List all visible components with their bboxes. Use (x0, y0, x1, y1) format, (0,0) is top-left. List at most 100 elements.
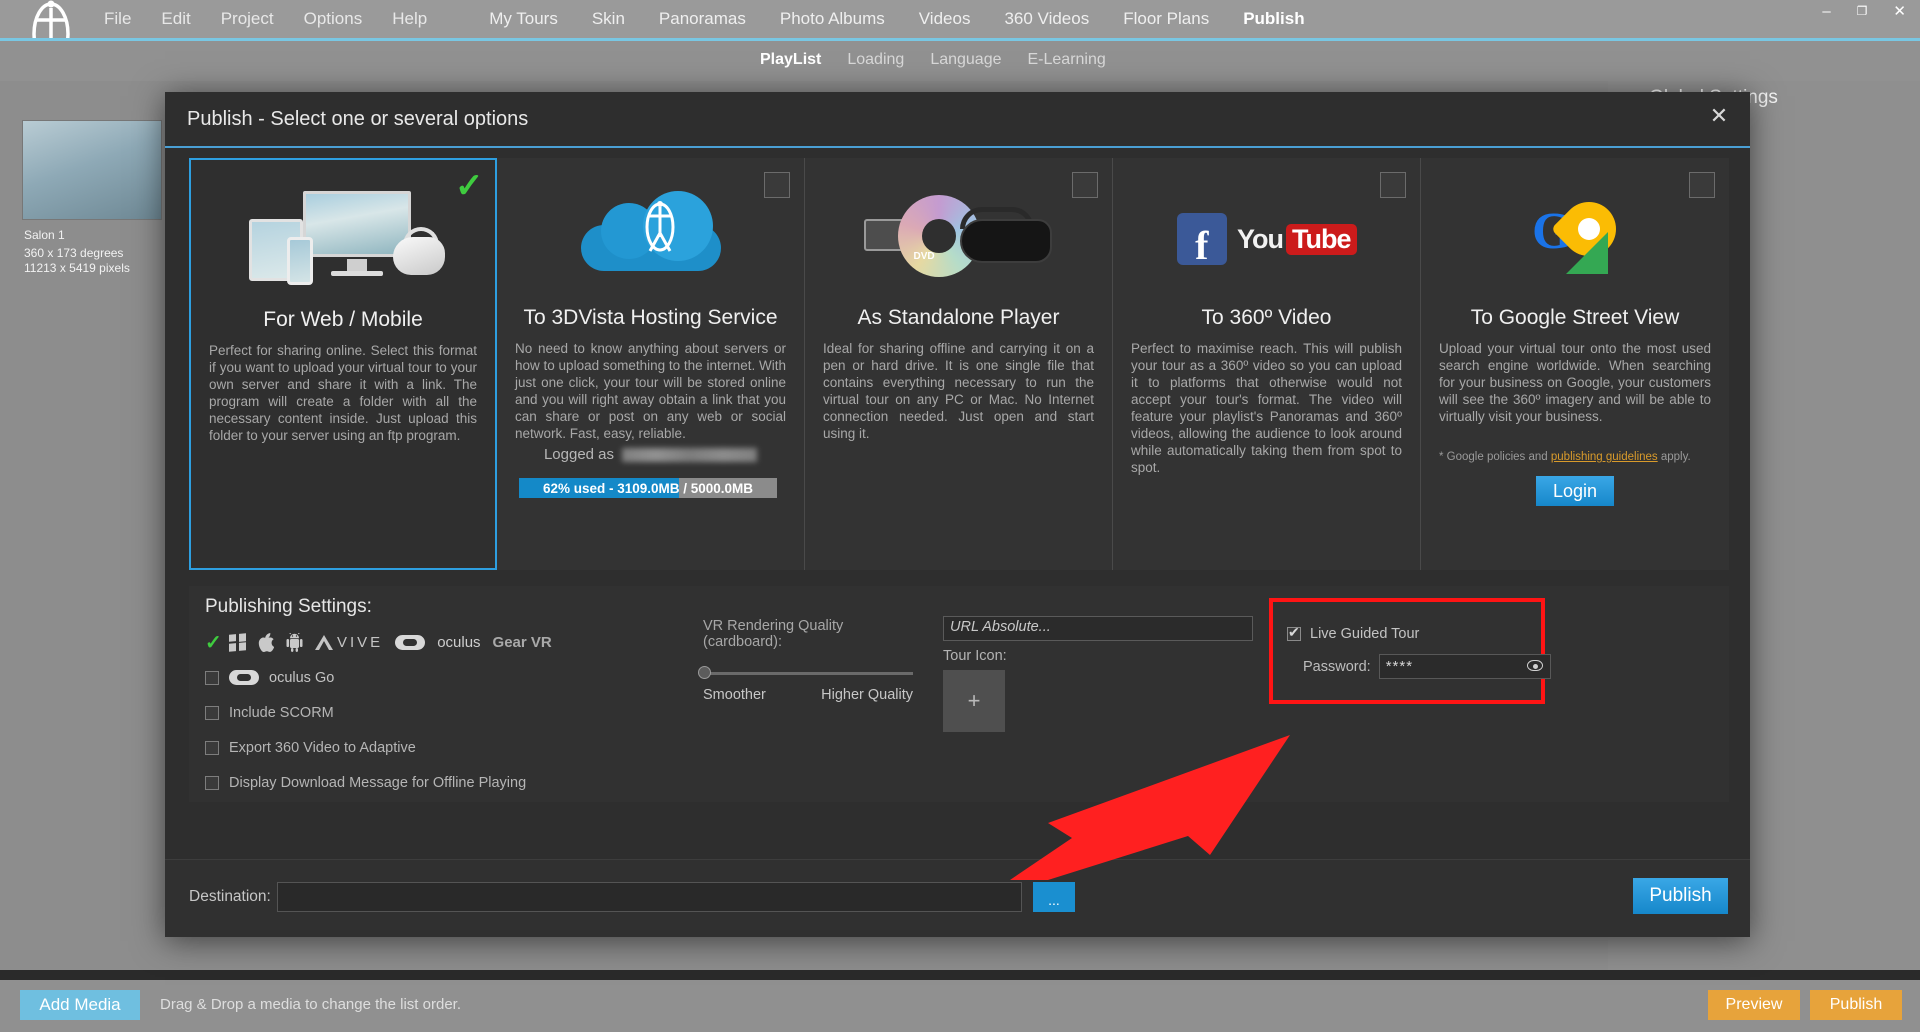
minimize-icon[interactable]: – (1822, 3, 1830, 20)
sub-tab-bar: PlayList Loading Language E-Learning ▼ G… (0, 41, 1920, 108)
export-360-adaptive-checkbox[interactable] (205, 740, 219, 755)
storage-quota-bar: 62% used - 3109.0MB / 5000.0MB (519, 478, 777, 498)
subtab-language[interactable]: Language (930, 51, 1001, 69)
menu-main-group: My Tours Skin Panoramas Photo Albums Vid… (489, 9, 1304, 29)
media-thumbnail-title: Salon 1 (24, 228, 65, 242)
social-platforms-illustration: f You Tube (1113, 184, 1420, 294)
oculus-icon (395, 635, 426, 650)
publish-dialog: Publish - Select one or several options … (165, 92, 1750, 937)
gearvr-label: Gear VR (492, 634, 552, 651)
subtab-loading[interactable]: Loading (847, 51, 904, 69)
add-media-button[interactable]: Add Media (20, 990, 140, 1020)
menu-item-options[interactable]: Options (304, 9, 363, 29)
media-thumbnail[interactable] (22, 120, 162, 220)
sub-tab-group: PlayList Loading Language E-Learning (760, 51, 1106, 69)
media-thumbnail-pixels: 11213 x 5419 pixels (24, 261, 130, 275)
include-scorm-label: Include SCORM (229, 704, 334, 721)
eye-icon[interactable] (1526, 660, 1543, 671)
platform-targets-checkbox[interactable]: ✓ (205, 633, 222, 653)
android-icon (286, 633, 303, 652)
close-icon[interactable]: ✕ (1893, 2, 1906, 20)
card-web-mobile-title: For Web / Mobile (263, 308, 423, 331)
google-login-button[interactable]: Login (1536, 476, 1614, 506)
live-guided-tour-row: Live Guided Tour (1287, 624, 1420, 642)
card-web-mobile[interactable]: ✓ For Web / Mobile Perfect for sharing o… (189, 158, 497, 570)
status-bar: Add Media Drag & Drop a media to change … (0, 980, 1920, 1032)
display-download-message-checkbox[interactable] (205, 775, 219, 790)
tab-videos[interactable]: Videos (919, 9, 971, 29)
tab-my-tours[interactable]: My Tours (489, 9, 558, 29)
maximize-icon[interactable]: ❐ (1857, 4, 1868, 18)
apple-icon (258, 633, 274, 652)
platform-targets-row: ✓ VIVE oculus Gear VR (205, 630, 552, 655)
note-suffix: apply. (1657, 451, 1691, 463)
password-input[interactable]: **** (1378, 654, 1551, 679)
tab-floor-plans[interactable]: Floor Plans (1123, 9, 1209, 29)
card-360-video-desc: Perfect to maximise reach. This will pub… (1131, 341, 1402, 475)
3dvista-cloud-logo-icon (645, 201, 674, 252)
publishing-guidelines-link[interactable]: publishing guidelines (1551, 451, 1658, 463)
app-logo (0, 0, 90, 66)
publishing-settings-panel: Publishing Settings: ✓ VIVE oculus Gear … (189, 586, 1729, 802)
vr-quality-slider-handle[interactable] (698, 666, 711, 679)
card-google-street-view[interactable]: G To Google Street View Upload your virt… (1421, 158, 1729, 570)
vr-rendering-quality-label: VR Rendering Quality (cardboard): (703, 618, 844, 650)
subtab-playlist[interactable]: PlayList (760, 51, 821, 69)
dialog-title: Publish - Select one or several options (187, 108, 529, 130)
destination-browse-button[interactable]: ... (1033, 882, 1075, 912)
publish-button-statusbar[interactable]: Publish (1810, 990, 1902, 1020)
menu-item-help[interactable]: Help (392, 9, 427, 29)
live-guided-tour-label: Live Guided Tour (1310, 626, 1420, 642)
tab-photo-albums[interactable]: Photo Albums (780, 9, 885, 29)
card-standalone-player-desc: Ideal for sharing offline and carrying i… (823, 341, 1094, 441)
include-scorm-row: Include SCORM (205, 700, 552, 725)
oculus-go-icon (229, 670, 259, 685)
card-web-mobile-desc: Perfect for sharing online. Select this … (209, 343, 477, 443)
publishing-settings-heading: Publishing Settings: (205, 596, 372, 617)
dialog-publish-button[interactable]: Publish (1633, 878, 1728, 914)
destination-label: Destination: (189, 888, 271, 905)
tour-icon-label: Tour Icon: (943, 648, 1007, 664)
tab-360-videos[interactable]: 360 Videos (1004, 9, 1089, 29)
export-360-adaptive-label: Export 360 Video to Adaptive (229, 739, 416, 756)
menu-item-project[interactable]: Project (221, 9, 274, 29)
tab-panoramas[interactable]: Panoramas (659, 9, 746, 29)
vr-quality-left-label: Smoother (703, 687, 766, 703)
vr-rendering-quality-group: VR Rendering Quality (cardboard): Smooth… (698, 618, 918, 703)
tour-icon-upload-button[interactable]: + (943, 670, 1005, 732)
password-value: **** (1385, 658, 1414, 675)
live-guided-tour-checkbox[interactable] (1287, 624, 1301, 641)
menu-item-file[interactable]: File (104, 9, 131, 29)
oculus-go-checkbox[interactable] (205, 670, 219, 685)
card-360-video[interactable]: f You Tube To 360º Video Perfect to maxim… (1113, 158, 1421, 570)
facebook-icon: f (1176, 213, 1227, 266)
tab-publish[interactable]: Publish (1243, 9, 1304, 29)
include-scorm-checkbox[interactable] (205, 705, 219, 720)
tab-skin[interactable]: Skin (592, 9, 625, 29)
horizontal-scroll-track[interactable] (0, 918, 1920, 980)
card-standalone-player[interactable]: DVD As Standalone Player Ideal for shari… (805, 158, 1113, 570)
oculus-go-label: oculus Go (269, 669, 335, 686)
card-360-video-title: To 360º Video (1201, 306, 1332, 329)
google-maps-illustration: G (1421, 184, 1729, 294)
drag-drop-hint: Drag & Drop a media to change the list o… (160, 996, 461, 1013)
youtube-icon: You Tube (1237, 223, 1357, 255)
dialog-close-icon[interactable]: ✕ (1706, 104, 1732, 130)
menu-left-group: File Edit Project Options Help (104, 9, 427, 29)
subtab-elearning[interactable]: E-Learning (1028, 51, 1106, 69)
oculus-label: oculus (437, 634, 481, 651)
card-3dvista-hosting-title: To 3DVista Hosting Service (523, 306, 778, 329)
destination-input[interactable] (277, 882, 1022, 912)
card-3dvista-hosting[interactable]: To 3DVista Hosting Service No need to kn… (497, 158, 805, 570)
menu-item-edit[interactable]: Edit (161, 9, 190, 29)
vr-quality-slider[interactable] (698, 666, 913, 679)
password-label: Password: (1303, 658, 1371, 675)
preview-button[interactable]: Preview (1708, 990, 1800, 1020)
dialog-footer: Destination: ... Publish (165, 859, 1750, 937)
url-absolute-input[interactable]: URL Absolute... (943, 616, 1253, 641)
card-standalone-player-title: As Standalone Player (857, 306, 1060, 329)
standalone-media-illustration: DVD (805, 184, 1112, 294)
card-google-street-view-desc: Upload your virtual tour onto the most u… (1439, 341, 1711, 424)
platform-icon-group: VIVE oculus Gear VR (229, 633, 552, 652)
logged-as-label: Logged as (543, 446, 615, 463)
